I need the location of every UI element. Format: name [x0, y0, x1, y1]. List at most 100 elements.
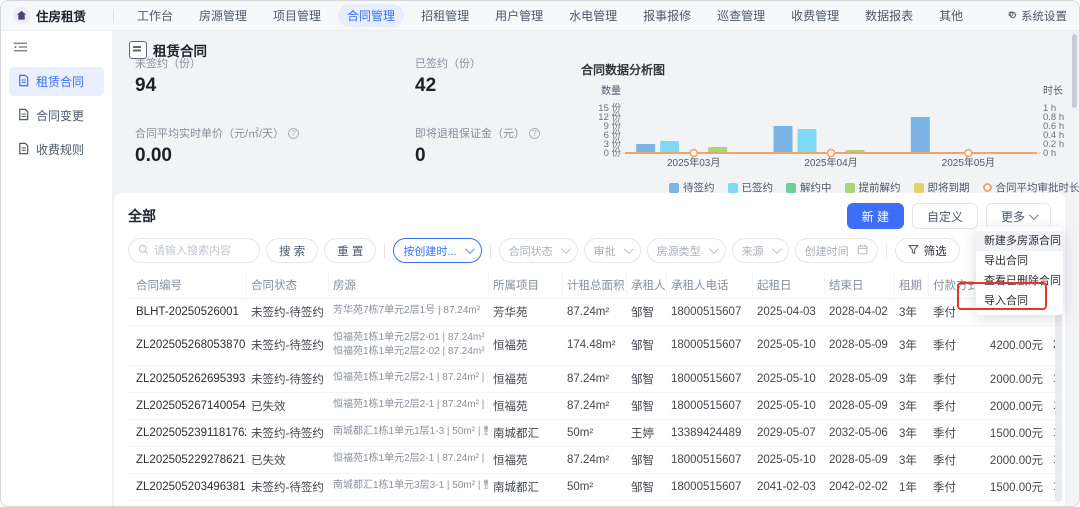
- table-row-3[interactable]: ZL2025052671400544 已失效 恒福苑1栋1单元2层2-1 | 87.…: [128, 392, 1064, 420]
- cell-end-date: 2028-05-09: [824, 446, 894, 474]
- nav-item-8[interactable]: 巡查管理: [708, 4, 774, 27]
- cell-start-date: 2025-04-03: [752, 298, 824, 326]
- cell-phone: 18000515607: [666, 298, 752, 326]
- table-body: BLHT-20250526001 未签约-待签约 芳华苑7栋7单元2层1号 | 87…: [128, 298, 1064, 506]
- cell-tenant: 邹智: [626, 392, 666, 420]
- chevron-down-icon: [623, 244, 634, 255]
- cell-house: 芳华苑7栋7单元2层1号 | 87.24m²: [328, 298, 488, 326]
- system-settings-button[interactable]: 系统设置: [1005, 8, 1067, 24]
- chevron-down-icon: [708, 244, 719, 255]
- cell-project: 中华园一期: [488, 500, 562, 506]
- stat-label: 未签约（份）: [135, 55, 201, 71]
- legend-line-marker-icon: [982, 183, 992, 192]
- nav-item-7[interactable]: 报事报修: [634, 4, 700, 27]
- table-row-5[interactable]: ZL2025052292786218 已失效 恒福苑1栋1单元2层2-1 | 87.…: [128, 446, 1064, 474]
- table-row-4[interactable]: ZL2025052391181762 未签约-待签约 南城都汇1栋1单元1层1-3 …: [128, 419, 1064, 447]
- filter-select-1[interactable]: 审批: [583, 238, 641, 263]
- cell-end-date: 2027-04-02: [824, 500, 894, 506]
- cell-start-date: 2025-05-10: [752, 392, 824, 420]
- calendar-icon: [857, 244, 868, 258]
- cell-start-date: 2025-05-10: [752, 365, 824, 393]
- svg-text:2025年04月: 2025年04月: [804, 156, 857, 169]
- nav-item-9[interactable]: 收费管理: [782, 4, 848, 27]
- house-line: 恒福苑1栋1单元2层2-1 | 87.24m² | 整租: [333, 372, 488, 384]
- cell-house: 中华园一期1栋1单元3层301B | 15m² | FY: [328, 500, 488, 506]
- create-date-select[interactable]: 创建时间: [794, 238, 878, 263]
- svg-text:时长: 时长: [1043, 85, 1063, 97]
- filter-button[interactable]: 筛选: [894, 238, 960, 263]
- stat-label-text: 即将退租保证金（元）: [415, 128, 525, 140]
- stat-1: 已签约（份） 42: [415, 55, 481, 97]
- filter-select-2[interactable]: 房源类型: [646, 238, 726, 263]
- cell-end-date: 2032-05-06: [824, 419, 894, 447]
- cell-project: 恒福苑: [488, 365, 562, 393]
- cell-area: 87.24m²: [562, 446, 626, 474]
- nav-item-10[interactable]: 数据报表: [856, 4, 922, 27]
- cell-start-date: 2029-05-07: [752, 419, 824, 447]
- svg-text:数量: 数量: [601, 84, 621, 97]
- cell-tenant: 邹智: [626, 473, 666, 501]
- cell-end-date: 2028-05-09: [824, 325, 894, 366]
- cell-status: 未签约-待签约: [246, 365, 328, 393]
- filter-select-0[interactable]: 合同状态: [498, 238, 578, 263]
- nav-item-5[interactable]: 用户管理: [486, 4, 552, 27]
- sidebar-item-0[interactable]: 租赁合同: [9, 67, 104, 96]
- cell-tenant: 王婷: [626, 500, 666, 506]
- cell-phone: 13389424489: [666, 419, 752, 447]
- svg-text:0 份: 0 份: [604, 147, 622, 159]
- cell-price: 2200.00元: [974, 500, 1048, 506]
- topnav-items: 工作台 房源管理 项目管理 合同管理 招租管理 用户管理 水电管理 报事报修 巡查管理 收费管理数…: [128, 4, 1005, 27]
- nav-item-0[interactable]: 工作台: [128, 4, 182, 27]
- window-scrollbar[interactable]: [1072, 34, 1077, 108]
- nav-item-11[interactable]: 其他: [930, 4, 972, 27]
- nav-item-4[interactable]: 招租管理: [412, 4, 478, 27]
- table-row-6[interactable]: ZL2025052034963819 未签约-待签约 南城都汇1栋1单元3层3-1 …: [128, 473, 1064, 501]
- search-button[interactable]: 搜 索: [266, 238, 319, 263]
- nav-item-1[interactable]: 房源管理: [190, 4, 256, 27]
- divider: [384, 243, 386, 258]
- more-button[interactable]: 更多: [985, 203, 1051, 229]
- column-header-5: 承租人: [626, 272, 666, 299]
- contract-analysis-chart: 合同数据分析图 数量 时长 15 份 12 份9 份6 份3 份0 份1 h 0.8 h…: [581, 61, 1079, 195]
- sort-select[interactable]: 按创建时...: [393, 238, 482, 263]
- table-row-2[interactable]: ZL2025052626953939 未签约-待签约 恒福苑1栋1单元2层2-1 |…: [128, 365, 1064, 393]
- filter-select-3[interactable]: 来源: [731, 238, 789, 263]
- cell-start-date: 2026-04-03: [752, 500, 824, 506]
- cell-price: 4200.00元: [974, 325, 1048, 366]
- cell-start-date: 2025-05-10: [752, 325, 824, 366]
- table-row-7[interactable]: ZL2025052062457514未签约-待签约中华园一期1栋1单元3层301…: [128, 500, 1064, 506]
- menu-item-3[interactable]: 导入合同: [976, 291, 1063, 311]
- cell-tenant: 邹智: [626, 325, 666, 366]
- doc-icon: [17, 74, 30, 90]
- info-icon: ?: [288, 127, 300, 139]
- nav-item-3[interactable]: 合同管理: [338, 4, 405, 27]
- reset-button[interactable]: 重 置: [324, 238, 377, 263]
- collapse-sidebar-icon[interactable]: [1, 31, 112, 62]
- menu-item-1[interactable]: 导出合同: [976, 251, 1063, 271]
- cell-pay-method: 季付: [928, 365, 974, 393]
- sidebar-item-1[interactable]: 合同变更: [9, 101, 104, 130]
- cell-pay-method: 季付: [928, 392, 974, 420]
- bar-1-month-1: [797, 129, 817, 153]
- cell-status: 未签约-待签约: [246, 473, 328, 501]
- menu-item-0[interactable]: 新建多房源合同: [976, 231, 1063, 251]
- search-input[interactable]: [154, 244, 250, 257]
- nav-item-6[interactable]: 水电管理: [560, 4, 626, 27]
- cell-contract-no: ZL2025052034963819: [128, 473, 246, 501]
- table-row-0[interactable]: BLHT-20250526001 未签约-待签约 芳华苑7栋7单元2层1号 | 87…: [128, 298, 1064, 326]
- cell-house: 南城都汇1栋1单元3层3-1 | 50m² | 整租 |: [328, 473, 488, 501]
- cell-status: 未签约-待签约: [246, 500, 328, 506]
- cell-price: 2000.00元: [974, 392, 1048, 420]
- cell-phone: 13389424489: [666, 500, 752, 506]
- nav-item-2[interactable]: 项目管理: [264, 4, 330, 27]
- sidebar-item-2[interactable]: 收费规则: [9, 135, 104, 164]
- app-logo: 住房租赁: [13, 6, 109, 25]
- menu-item-2[interactable]: 查看已删除合同: [976, 271, 1063, 291]
- table-row-1[interactable]: ZL2025052680538705 未签约-待签约 恒福苑1栋1单元2层2-01 …: [128, 325, 1064, 366]
- legend-swatch: [727, 182, 738, 193]
- cell-project: 恒福苑: [488, 392, 562, 420]
- create-button[interactable]: 新 建: [846, 203, 904, 229]
- stat-label-text: 合同平均实时单价（元/㎡/天）: [135, 128, 285, 140]
- customize-button[interactable]: 自定义: [911, 203, 978, 229]
- cell-phone: 18000515607: [666, 392, 752, 420]
